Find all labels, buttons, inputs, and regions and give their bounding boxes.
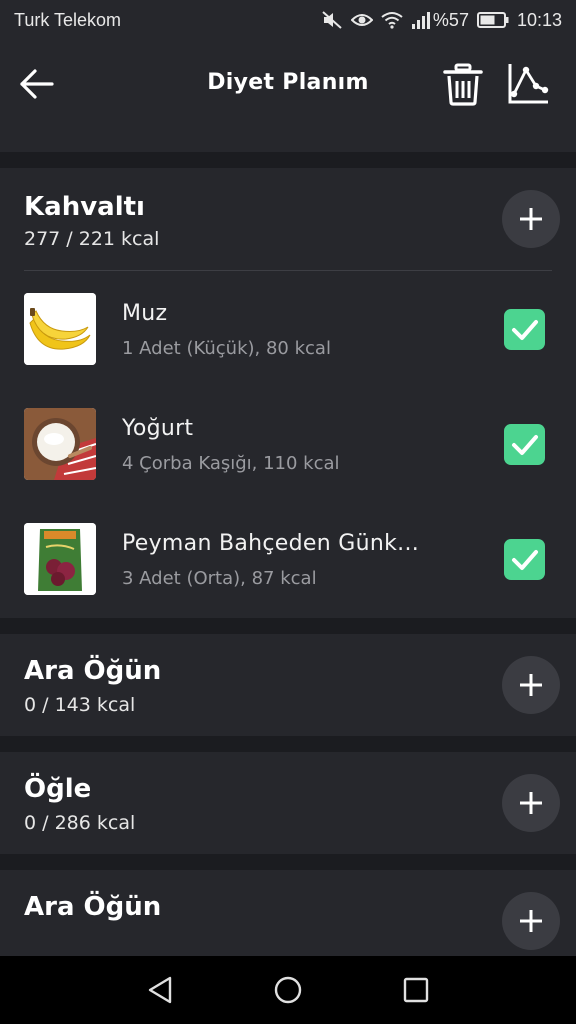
status-icons: %57 10:13 xyxy=(321,10,562,31)
system-nav-bar xyxy=(0,956,576,1024)
checkmark-icon xyxy=(511,434,538,455)
meal-title: Ara Öğün xyxy=(24,892,162,922)
food-detail: 3 Adet (Orta), 87 kcal xyxy=(122,568,317,589)
divider xyxy=(24,270,552,271)
add-food-button[interactable] xyxy=(502,892,560,950)
nav-recents-icon[interactable] xyxy=(400,974,432,1006)
meal-kcal: 277 / 221 kcal xyxy=(24,228,160,250)
mute-icon xyxy=(322,11,342,29)
food-name: Peyman Bahçeden Günk... xyxy=(122,531,420,556)
meal-title: Ara Öğün xyxy=(24,656,162,686)
add-food-button[interactable] xyxy=(502,190,560,248)
wifi-icon xyxy=(381,12,403,29)
status-bar: Turk Telekom %57 10:13 xyxy=(0,0,576,40)
food-detail: 1 Adet (Küçük), 80 kcal xyxy=(122,338,331,359)
food-image-banana xyxy=(24,293,96,365)
battery-percent: %57 xyxy=(432,9,469,30)
plus-icon xyxy=(520,792,542,814)
meal-section-snack: Ara Öğün 0 / 143 kcal xyxy=(0,634,576,736)
signal-icon xyxy=(411,12,430,29)
eaten-checkbox[interactable] xyxy=(504,539,545,580)
header-strip xyxy=(0,128,576,152)
add-food-button[interactable] xyxy=(502,656,560,714)
food-detail: 4 Çorba Kaşığı, 110 kcal xyxy=(122,453,340,474)
meal-kcal: 0 / 143 kcal xyxy=(24,694,136,716)
food-image-snack-package xyxy=(24,523,96,595)
plus-icon xyxy=(520,674,542,696)
chart-icon[interactable] xyxy=(506,62,550,106)
meal-title: Kahvaltı xyxy=(24,192,145,222)
food-item[interactable]: Yoğurt 4 Çorba Kaşığı, 110 kcal xyxy=(0,408,576,508)
checkmark-icon xyxy=(511,549,538,570)
app-bar: Diyet Planım xyxy=(0,40,576,128)
carrier-name: Turk Telekom xyxy=(14,9,122,30)
food-image-yogurt xyxy=(24,408,96,480)
food-name: Yoğurt xyxy=(122,416,194,441)
meal-kcal: 0 / 286 kcal xyxy=(24,812,136,834)
nav-back-icon[interactable] xyxy=(144,974,176,1006)
nav-home-icon[interactable] xyxy=(272,974,304,1006)
meal-section-snack-2: Ara Öğün xyxy=(0,870,576,956)
clock: 10:13 xyxy=(516,9,562,30)
meal-section-lunch: Öğle 0 / 286 kcal xyxy=(0,752,576,854)
plus-icon xyxy=(520,208,542,230)
eaten-checkbox[interactable] xyxy=(504,424,545,465)
checkmark-icon xyxy=(511,319,538,340)
add-food-button[interactable] xyxy=(502,774,560,832)
battery-icon xyxy=(476,12,509,28)
plus-icon xyxy=(520,910,542,932)
page-title: Diyet Planım xyxy=(207,70,369,95)
food-name: Muz xyxy=(122,301,168,326)
meal-title: Öğle xyxy=(24,774,92,804)
meal-section-breakfast: Kahvaltı 277 / 221 kcal Muz 1 Adet (Küçü… xyxy=(0,168,576,618)
food-item[interactable]: Peyman Bahçeden Günk... 3 Adet (Orta), 8… xyxy=(0,523,576,623)
eaten-checkbox[interactable] xyxy=(504,309,545,350)
eye-icon xyxy=(350,14,373,26)
food-item[interactable]: Muz 1 Adet (Küçük), 80 kcal xyxy=(0,293,576,393)
trash-icon[interactable] xyxy=(442,62,484,106)
